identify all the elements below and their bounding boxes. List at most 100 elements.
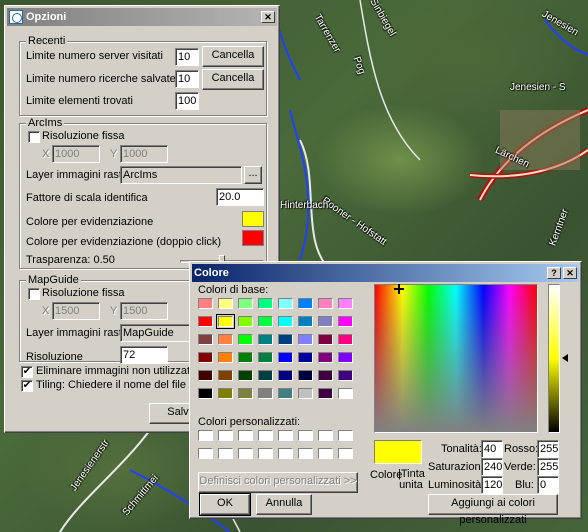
basic-color-cell[interactable]	[198, 388, 213, 399]
basic-color-cell[interactable]	[198, 370, 213, 381]
mapguide-fixed-res-checkbox[interactable]	[28, 288, 40, 300]
search-limit-input[interactable]: 10	[175, 70, 199, 88]
red-input[interactable]: 255	[537, 440, 559, 458]
basic-color-cell[interactable]	[318, 352, 333, 363]
basic-color-cell[interactable]	[278, 370, 293, 381]
basic-color-cell[interactable]	[298, 334, 313, 345]
basic-color-cell[interactable]	[318, 388, 333, 399]
basic-color-cell[interactable]	[318, 370, 333, 381]
basic-color-cell[interactable]	[218, 388, 233, 399]
mapguide-raster-input[interactable]: MapGuide	[120, 324, 196, 342]
basic-color-cell[interactable]	[258, 352, 273, 363]
basic-color-cell[interactable]	[198, 334, 213, 345]
luminosity-bar[interactable]	[548, 284, 560, 433]
ok-button[interactable]: OK	[199, 493, 251, 516]
basic-color-cell[interactable]	[298, 388, 313, 399]
basic-color-cell[interactable]	[278, 316, 293, 327]
basic-color-cell[interactable]	[278, 298, 293, 309]
help-icon[interactable]: ?	[547, 267, 561, 279]
color-titlebar[interactable]: Colore ? ✕	[192, 264, 579, 282]
cancel-servers-button[interactable]: Cancella	[202, 46, 264, 67]
basic-color-cell[interactable]	[238, 370, 253, 381]
custom-color-cell[interactable]	[338, 448, 353, 459]
basic-color-cell[interactable]	[338, 388, 353, 399]
cancel-button[interactable]: Annulla	[256, 494, 312, 515]
basic-color-cell[interactable]	[298, 298, 313, 309]
basic-color-cell[interactable]	[216, 314, 235, 329]
scale-factor-input[interactable]: 20.0	[216, 188, 264, 206]
basic-color-cell[interactable]	[338, 316, 353, 327]
green-input[interactable]: 255	[537, 458, 559, 476]
highlight-color-swatch[interactable]	[242, 211, 264, 227]
arcims-x-input[interactable]: 1000	[52, 145, 100, 163]
custom-color-cell[interactable]	[298, 448, 313, 459]
blue-input[interactable]: 0	[537, 476, 559, 494]
custom-color-cell[interactable]	[258, 430, 273, 441]
basic-color-cell[interactable]	[238, 352, 253, 363]
basic-color-cell[interactable]	[338, 370, 353, 381]
basic-color-cell[interactable]	[298, 352, 313, 363]
custom-color-cell[interactable]	[218, 448, 233, 459]
arcims-fixed-res-checkbox[interactable]	[28, 131, 40, 143]
custom-color-cell[interactable]	[238, 448, 253, 459]
mapguide-x-input[interactable]: 1500	[52, 302, 100, 320]
custom-color-cell[interactable]	[198, 430, 213, 441]
basic-color-cell[interactable]	[238, 298, 253, 309]
custom-color-cell[interactable]	[318, 430, 333, 441]
basic-color-cell[interactable]	[198, 298, 213, 309]
options-titlebar[interactable]: Opzioni ✕	[7, 8, 277, 26]
basic-color-cell[interactable]	[258, 334, 273, 345]
cancel-searches-button[interactable]: Cancella	[202, 69, 264, 90]
resolution-input[interactable]: 72	[120, 346, 168, 364]
basic-color-cell[interactable]	[318, 316, 333, 327]
basic-color-cell[interactable]	[218, 298, 233, 309]
arcims-raster-input[interactable]: ArcIms	[120, 166, 242, 184]
arcims-y-input[interactable]: 1000	[120, 145, 168, 163]
basic-color-cell[interactable]	[318, 334, 333, 345]
basic-color-cell[interactable]	[298, 370, 313, 381]
tiling-checkbox[interactable]: ✔	[21, 380, 33, 392]
saturation-input[interactable]: 240	[481, 458, 503, 476]
custom-color-cell[interactable]	[238, 430, 253, 441]
custom-color-cell[interactable]	[278, 430, 293, 441]
basic-color-cell[interactable]	[318, 298, 333, 309]
found-limit-input[interactable]: 100	[175, 92, 199, 110]
basic-color-cell[interactable]	[278, 352, 293, 363]
arcims-browse-button[interactable]: ...	[244, 166, 262, 184]
mapguide-y-input[interactable]: 1500	[120, 302, 168, 320]
basic-color-cell[interactable]	[218, 334, 233, 345]
basic-color-cell[interactable]	[218, 352, 233, 363]
hue-input[interactable]: 40	[481, 440, 503, 458]
basic-color-cell[interactable]	[338, 334, 353, 345]
basic-color-cell[interactable]	[258, 316, 273, 327]
close-icon[interactable]: ✕	[261, 11, 275, 23]
basic-color-cell[interactable]	[198, 352, 213, 363]
custom-color-cell[interactable]	[298, 430, 313, 441]
basic-color-cell[interactable]	[258, 298, 273, 309]
custom-color-cell[interactable]	[318, 448, 333, 459]
basic-color-cell[interactable]	[258, 388, 273, 399]
define-custom-button[interactable]: Definisci colori personalizzati >>	[198, 472, 358, 493]
custom-color-cell[interactable]	[258, 448, 273, 459]
luminosity-arrow-icon[interactable]	[562, 354, 568, 362]
basic-color-cell[interactable]	[218, 370, 233, 381]
basic-color-cell[interactable]	[278, 334, 293, 345]
custom-color-cell[interactable]	[198, 448, 213, 459]
custom-color-cell[interactable]	[338, 430, 353, 441]
basic-color-cell[interactable]	[338, 352, 353, 363]
custom-color-cell[interactable]	[218, 430, 233, 441]
basic-color-cell[interactable]	[238, 316, 253, 327]
delete-unused-checkbox[interactable]: ✔	[21, 366, 33, 378]
basic-color-cell[interactable]	[238, 334, 253, 345]
add-custom-button[interactable]: Aggiungi ai colori personalizzati	[428, 494, 558, 526]
basic-color-cell[interactable]	[238, 388, 253, 399]
close-icon[interactable]: ✕	[563, 267, 577, 279]
luminosity-input[interactable]: 120	[481, 476, 503, 494]
basic-color-cell[interactable]	[298, 316, 313, 327]
highlight2-color-swatch[interactable]	[242, 230, 264, 246]
server-limit-input[interactable]: 10	[175, 48, 199, 66]
custom-color-cell[interactable]	[278, 448, 293, 459]
basic-color-cell[interactable]	[258, 370, 273, 381]
basic-color-cell[interactable]	[278, 388, 293, 399]
basic-color-cell[interactable]	[338, 298, 353, 309]
